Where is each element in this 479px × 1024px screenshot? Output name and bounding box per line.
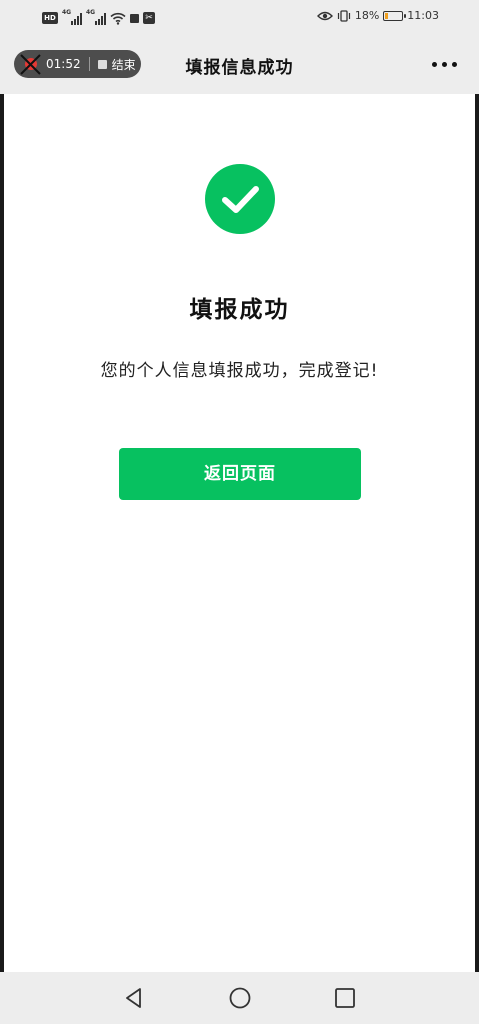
signal-icon: 4G — [86, 9, 106, 25]
return-page-button[interactable]: 返回页面 — [119, 448, 361, 500]
result-message: 您的个人信息填报成功，完成登记! — [100, 361, 379, 381]
recent-apps-square-icon[interactable] — [333, 986, 357, 1010]
status-left-group: HD 4G 4G ✂ — [42, 9, 155, 26]
network-type-label: 4G — [86, 9, 96, 16]
wifi-icon — [110, 12, 126, 25]
status-bar: HD 4G 4G ✂ 18% 11:03 — [0, 0, 479, 36]
hd-badge: HD — [42, 12, 58, 24]
title-bar: 01:52 结束 填报信息成功 — [0, 36, 479, 94]
capcut-icon: ✂ — [143, 12, 155, 24]
home-circle-icon[interactable] — [228, 986, 252, 1010]
network-type-label: 4G — [62, 9, 72, 16]
back-triangle-icon[interactable] — [122, 986, 146, 1010]
status-right-group: 18% 11:03 — [316, 9, 439, 22]
page-title: 填报信息成功 — [185, 58, 294, 78]
navigation-bar — [0, 972, 479, 1024]
more-options-icon[interactable] — [432, 62, 457, 67]
vibrate-icon — [337, 9, 350, 22]
result-title: 填报成功 — [189, 297, 290, 323]
battery-icon — [383, 10, 407, 21]
signal-icon: 4G — [62, 9, 82, 25]
success-check-icon — [205, 164, 275, 234]
status-time: 11:03 — [407, 9, 439, 22]
screen-edge-right — [475, 94, 479, 972]
screen-edge-left — [0, 94, 4, 972]
eye-icon — [316, 11, 333, 20]
screen-record-icon — [130, 13, 139, 23]
battery-percent: 18% — [354, 9, 380, 22]
